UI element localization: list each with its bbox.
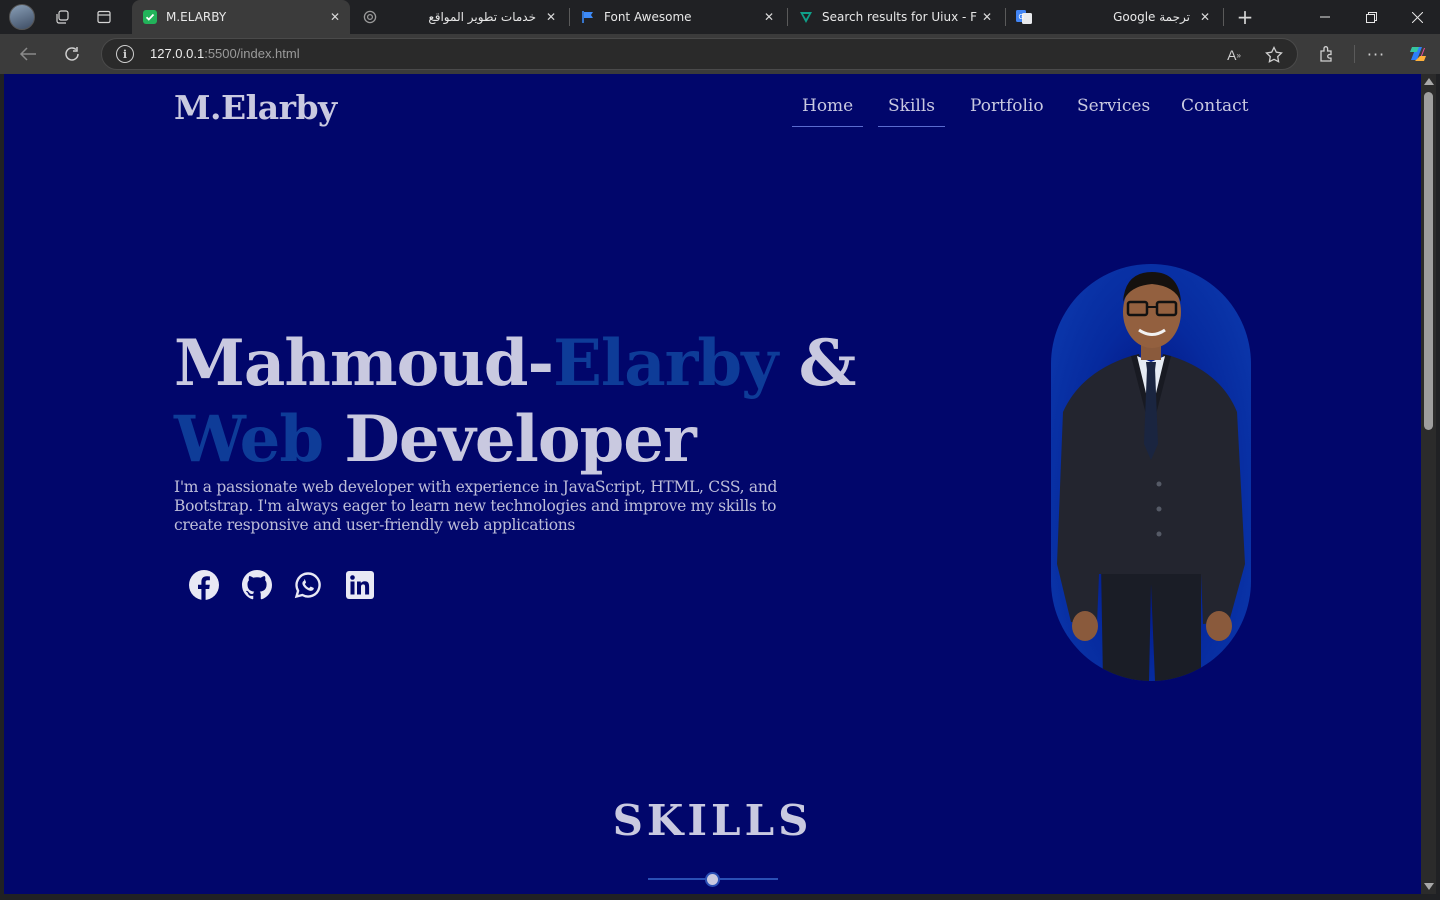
- restore-icon[interactable]: [1348, 0, 1394, 34]
- close-tab-icon[interactable]: ✕: [542, 8, 560, 26]
- hero-bio: I'm a passionate web developer with expe…: [174, 478, 778, 534]
- whatsapp-icon[interactable]: [292, 569, 324, 601]
- tab-title: Search results for Uiux - Flaticon: [822, 10, 978, 24]
- close-tab-icon[interactable]: ✕: [978, 8, 996, 26]
- copilot-icon[interactable]: [1404, 40, 1432, 68]
- hero-name-accent: Elarby: [553, 326, 778, 401]
- page-viewport: M.Elarby Home Skills Portfolio Services …: [4, 74, 1421, 894]
- nav-home[interactable]: Home: [792, 96, 864, 127]
- flaticon-favicon-icon: [798, 9, 814, 25]
- close-window-icon[interactable]: [1394, 0, 1440, 34]
- tab-flaticon[interactable]: Search results for Uiux - Flaticon ✕: [788, 0, 1002, 34]
- minimize-icon[interactable]: [1302, 0, 1348, 34]
- globe-favicon-icon: [362, 9, 378, 25]
- profile-avatar[interactable]: [9, 4, 35, 30]
- tab-separator: [1223, 8, 1224, 26]
- hero-role-accent: Web: [174, 402, 324, 477]
- tab-actions-icon[interactable]: [92, 5, 116, 29]
- browser-toolbar: i 127.0.0.1:5500/index.html A» ···: [0, 34, 1440, 74]
- scrollbar-thumb[interactable]: [1424, 92, 1433, 430]
- tab-bar: M.ELARBY ✕ خدمات تطوير المواقع ✕ Font Aw…: [0, 0, 1440, 34]
- workspaces-icon[interactable]: [50, 5, 74, 29]
- back-icon[interactable]: [14, 40, 42, 68]
- profile-photo: [1051, 264, 1251, 681]
- tab-title: Font Awesome: [604, 10, 692, 24]
- hero-ampersand: &: [777, 326, 857, 401]
- github-icon[interactable]: [241, 569, 273, 601]
- extensions-icon[interactable]: [1313, 40, 1341, 68]
- address-bar[interactable]: i 127.0.0.1:5500/index.html A»: [101, 38, 1298, 70]
- flag-favicon-icon: [580, 9, 596, 25]
- url-text[interactable]: 127.0.0.1:5500/index.html: [150, 46, 300, 61]
- check-favicon-icon: [142, 9, 158, 25]
- hero-name: Mahmoud-: [174, 326, 554, 401]
- toolbar-separator: [1354, 45, 1355, 63]
- translate-favicon-icon: G: [1016, 9, 1032, 25]
- reload-icon[interactable]: [58, 40, 86, 68]
- hero-heading: Mahmoud-Elarby & Web Developer: [174, 326, 857, 478]
- section-divider-dot: [705, 872, 720, 887]
- tab-title: Google ترجمة: [1113, 10, 1190, 24]
- nav-contact[interactable]: Contact: [1181, 96, 1249, 126]
- tab-title: M.ELARBY: [166, 10, 227, 24]
- nav-skills[interactable]: Skills: [878, 96, 945, 127]
- site-logo[interactable]: M.Elarby: [174, 88, 337, 127]
- nav-portfolio[interactable]: Portfolio: [970, 96, 1044, 126]
- svg-text:G: G: [1019, 14, 1024, 21]
- facebook-icon[interactable]: [188, 569, 220, 601]
- read-aloud-icon[interactable]: A»: [1222, 43, 1246, 67]
- more-options-icon[interactable]: ···: [1362, 40, 1390, 68]
- person-in-suit-illustration: [1057, 272, 1245, 681]
- hero-role: Developer: [323, 402, 696, 477]
- window-bottom-edge: [0, 894, 1440, 900]
- tab-font-awesome[interactable]: Font Awesome ✕: [570, 0, 784, 34]
- close-tab-icon[interactable]: ✕: [326, 8, 344, 26]
- tab-melarby[interactable]: M.ELARBY ✕: [132, 0, 350, 34]
- skills-section-title: SKILLS: [612, 796, 813, 845]
- favorite-star-icon[interactable]: [1262, 43, 1286, 67]
- linkedin-icon[interactable]: [344, 569, 376, 601]
- tab-google-translate[interactable]: G Google ترجمة ✕: [1006, 0, 1220, 34]
- tab-title: خدمات تطوير المواقع: [428, 10, 536, 24]
- tab-web-services[interactable]: خدمات تطوير المواقع ✕: [352, 0, 566, 34]
- new-tab-icon[interactable]: +: [1233, 5, 1257, 29]
- site-info-icon[interactable]: i: [116, 45, 134, 63]
- page-scrollbar[interactable]: [1421, 74, 1436, 894]
- close-tab-icon[interactable]: ✕: [760, 8, 778, 26]
- scroll-down-arrow-icon[interactable]: [1424, 883, 1434, 890]
- scroll-up-arrow-icon[interactable]: [1424, 78, 1434, 85]
- close-tab-icon[interactable]: ✕: [1196, 8, 1214, 26]
- nav-services[interactable]: Services: [1077, 96, 1150, 126]
